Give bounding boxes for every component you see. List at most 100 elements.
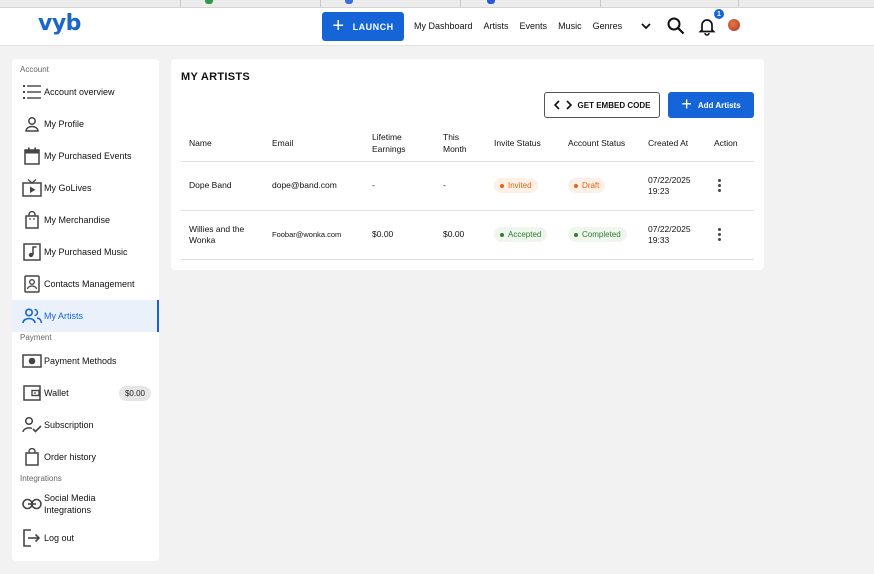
plus-icon: + [332,14,345,37]
sidebar-item-label: Order history [44,452,97,462]
payment-icon [22,353,42,369]
bag-icon [22,211,42,229]
sidebar-item-label: Account overview [44,87,115,97]
bell-icon[interactable] [697,16,717,36]
launch-button[interactable]: + LAUNCH [322,12,404,41]
column-header-created-at[interactable]: Created At [640,125,706,162]
table-header-row: Name Email Lifetime Earnings This Month … [181,125,754,162]
logo[interactable]: vyb [38,11,81,36]
artist-email: Foobar@wonka.com [264,210,364,260]
lifetime-earnings: $0.00 [364,210,435,260]
shopping-bag-icon [22,448,42,466]
created-at: 07/22/2025 19:33 [640,210,706,260]
main-nav: My Dashboard Artists Events Music Genres [414,21,622,31]
sidebar-item-contacts-management[interactable]: Contacts Management [12,272,159,296]
this-month-earnings: $0.00 [435,210,486,260]
add-artists-button[interactable]: + Add Artists [668,92,754,118]
sidebar-item-order-history[interactable]: Order history [12,445,159,469]
sidebar-item-label: My GoLives [44,183,92,193]
sidebar-item-label: My Artists [44,311,84,321]
top-header: vyb + LAUNCH My Dashboard Artists Events… [0,8,874,46]
nav-events[interactable]: Events [520,21,548,31]
sidebar-item-my-artists[interactable]: My Artists [12,300,159,332]
section-integrations: Integrations [20,474,62,483]
sidebar-item-label: Wallet [44,388,69,398]
this-month-earnings: - [435,161,486,211]
contact-card-icon [22,275,42,293]
nav-artists[interactable]: Artists [484,21,509,31]
tv-play-icon [22,179,42,197]
sidebar-item-wallet[interactable]: Wallet $0.00 [12,380,159,406]
column-header-email[interactable]: Email [264,125,364,162]
people-icon [22,308,42,324]
table-row: Dope Band dope@band.com - - Invited Draf… [181,161,754,211]
more-actions-icon[interactable] [714,179,724,192]
column-header-account-status[interactable]: Account Status [560,125,640,162]
column-header-name[interactable]: Name [181,125,264,162]
sidebar-item-social-media-integrations[interactable]: Social Media Integrations [12,489,159,519]
notification-badge: 1 [714,9,724,19]
sidebar-item-label: My Purchased Events [44,151,132,161]
artists-panel: MY ARTISTS GET EMBED CODE + Add Artists … [171,59,764,270]
section-account: Account [20,65,49,74]
sidebar-item-label: My Profile [44,119,85,129]
calendar-icon [22,147,42,165]
sidebar-item-log-out[interactable]: Log out [12,526,159,550]
column-header-invite-status[interactable]: Invite Status [486,125,560,162]
music-note-icon [22,243,42,261]
sidebar-item-label: Subscription [44,420,94,430]
wallet-icon [22,385,42,401]
artist-name: Dope Band [181,161,264,211]
subscription-icon [22,416,42,434]
lifetime-earnings: - [364,161,435,211]
sidebar-item-label: Log out [44,533,75,543]
avatar[interactable] [728,19,740,31]
column-header-this-month[interactable]: This Month [435,125,486,162]
sidebar-item-label: My Merchandise [44,215,111,225]
wallet-balance-badge: $0.00 [118,385,151,401]
artists-table: Name Email Lifetime Earnings This Month … [181,125,754,260]
artist-name: Willies and the Wonka [181,210,264,260]
launch-label: LAUNCH [352,21,394,32]
sidebar-item-payment-methods[interactable]: Payment Methods [12,349,159,373]
get-embed-code-label: GET EMBED CODE [577,100,651,110]
logout-icon [22,529,42,547]
sidebar-item-label: Payment Methods [44,356,117,366]
sidebar-item-label: Contacts Management [44,279,135,289]
sidebar-item-label: My Purchased Music [44,247,128,257]
person-icon [22,116,42,132]
nav-my-dashboard[interactable]: My Dashboard [414,21,473,31]
sidebar-item-label: Social Media Integrations [44,493,96,515]
nav-genres[interactable]: Genres [593,21,623,31]
created-at: 07/22/2025 19:23 [640,161,706,211]
table-row: Willies and the Wonka Foobar@wonka.com $… [181,210,754,260]
sidebar-item-account-overview[interactable]: Account overview [12,80,159,104]
plus-icon: + [681,94,692,114]
artist-email: dope@band.com [264,161,364,211]
sidebar: Account Account overview My Profile My P… [12,59,159,561]
list-icon [22,84,42,100]
sidebar-item-my-purchased-music[interactable]: My Purchased Music [12,240,159,264]
chevron-down-icon[interactable] [640,20,652,32]
search-icon[interactable] [666,16,686,36]
sidebar-item-subscription[interactable]: Subscription [12,413,159,437]
section-payment: Payment [20,333,52,342]
column-header-action: Action [706,125,754,162]
nav-music[interactable]: Music [558,21,582,31]
link-icon [22,498,42,510]
more-actions-icon[interactable] [714,228,724,241]
page-title: MY ARTISTS [181,71,251,83]
browser-tab-strip [0,0,874,8]
column-header-lifetime-earnings[interactable]: Lifetime Earnings [364,125,435,162]
get-embed-code-button[interactable]: GET EMBED CODE [544,92,660,118]
account-status-badge: Completed [568,227,627,242]
sidebar-item-my-purchased-events[interactable]: My Purchased Events [12,144,159,168]
invite-status-badge: Invited [494,178,538,193]
invite-status-badge: Accepted [494,227,548,242]
sidebar-item-my-merchandise[interactable]: My Merchandise [12,208,159,232]
account-status-badge: Draft [568,178,606,193]
sidebar-item-my-profile[interactable]: My Profile [12,112,159,136]
add-artists-label: Add Artists [697,100,741,110]
code-brackets-icon [553,100,572,110]
sidebar-item-my-golives[interactable]: My GoLives [12,176,159,200]
